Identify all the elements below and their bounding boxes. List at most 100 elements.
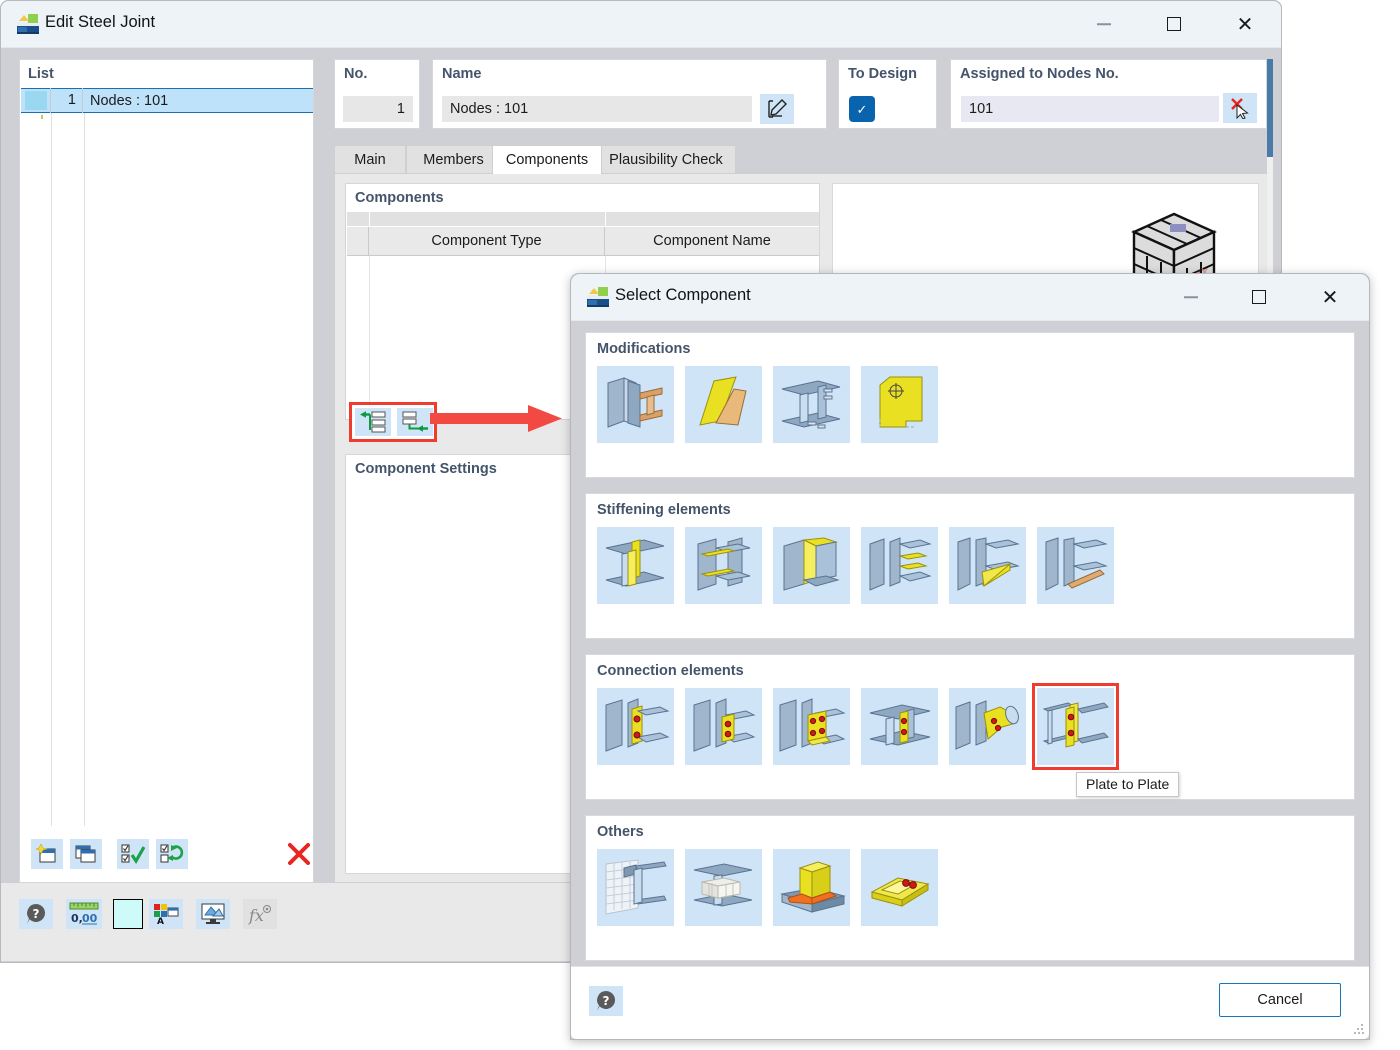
color-button[interactable]: [113, 899, 143, 929]
units-button[interactable]: 0, 00: [66, 899, 102, 929]
component-tile-plate-shape[interactable]: [861, 366, 938, 443]
select-close-button[interactable]: ✕: [1302, 274, 1358, 320]
copy-item-button[interactable]: [70, 839, 102, 869]
formula-button[interactable]: fx: [243, 899, 277, 929]
assigned-nodes-input[interactable]: 101: [961, 96, 1219, 122]
components-table-filter-row: [347, 212, 819, 227]
pick-node-cursor-icon[interactable]: [1223, 93, 1257, 123]
steel-joint-app-icon: [587, 287, 609, 307]
select-component-dialog: Select Component ✕ Modifications Stiffen…: [570, 273, 1370, 1040]
toggle-selection-button[interactable]: [156, 839, 188, 869]
close-button[interactable]: ✕: [1217, 1, 1273, 47]
tab-plausibility-check[interactable]: Plausibility Check: [596, 145, 736, 173]
color-swatch: [24, 91, 47, 110]
list-item[interactable]: 1 Nodes : 101: [21, 88, 313, 113]
new-item-button[interactable]: [31, 839, 63, 869]
tab-members[interactable]: Members: [406, 145, 501, 173]
check-all-button[interactable]: [117, 839, 149, 869]
select-maximize-button[interactable]: [1231, 274, 1287, 320]
list-toolbar: [21, 829, 313, 881]
delete-item-button[interactable]: [283, 839, 315, 869]
annotation-red-arrow: [430, 405, 562, 432]
display-properties-button[interactable]: A: [149, 899, 183, 929]
component-tile-haunch-yellow[interactable]: [949, 527, 1026, 604]
to-design-label: To Design: [848, 66, 918, 82]
svg-text:A: A: [157, 917, 164, 925]
component-tile-cut-member[interactable]: [597, 366, 674, 443]
component-tile-weld[interactable]: [773, 849, 850, 926]
select-component-titlebar: Select Component ✕: [571, 274, 1369, 321]
minimize-button[interactable]: [1076, 1, 1132, 47]
to-design-checkbox[interactable]: ✓: [849, 96, 875, 122]
section-others-tiles: [597, 849, 938, 926]
component-tile-flange-stiffener[interactable]: [685, 527, 762, 604]
scrollbar-thumb[interactable]: [1267, 59, 1273, 157]
main-titlebar: Edit Steel Joint ✕: [1, 1, 1281, 48]
list-grid: 1 Nodes : 101: [21, 88, 313, 826]
list-item-label: Nodes : 101: [90, 92, 169, 109]
select-component-footer: ? Cancel: [571, 966, 1369, 1039]
resize-grip[interactable]: [1354, 1024, 1364, 1034]
list-edit-marker: [41, 115, 43, 119]
component-tile-mesh-surface[interactable]: [597, 849, 674, 926]
component-tile-multiple-stiffeners[interactable]: [861, 527, 938, 604]
list-title: List: [28, 66, 54, 82]
column-header-component-name: Component Name: [653, 233, 771, 249]
no-label: No.: [344, 66, 368, 82]
list-column-divider-1: [51, 113, 52, 826]
cancel-button[interactable]: Cancel: [1219, 983, 1341, 1017]
tab-components[interactable]: Components: [492, 145, 602, 174]
tab-main[interactable]: Main: [334, 145, 406, 173]
component-tile-bolted-plate[interactable]: [773, 688, 850, 765]
component-tile-end-plate[interactable]: [597, 688, 674, 765]
components-panel-title: Components: [355, 190, 444, 206]
svg-text:fx: fx: [248, 906, 264, 925]
component-tooltip: Plate to Plate: [1076, 772, 1180, 797]
svg-text:00: 00: [82, 912, 98, 925]
section-stiffening-title: Stiffening elements: [597, 502, 731, 518]
component-tile-cap-plate[interactable]: [773, 527, 850, 604]
section-connection-elements: Connection elements: [585, 654, 1355, 800]
maximize-button[interactable]: [1146, 1, 1202, 47]
component-tile-solid-block[interactable]: [685, 849, 762, 926]
insert-component-button[interactable]: [397, 408, 433, 436]
component-tile-plate-to-plate[interactable]: [1032, 683, 1119, 770]
name-field-group: Name Nodes : 101: [432, 59, 827, 129]
no-field-group: No. 1: [334, 59, 420, 129]
section-others-title: Others: [597, 824, 644, 840]
add-component-button[interactable]: [355, 408, 391, 436]
section-connection-title: Connection elements: [597, 663, 744, 679]
component-tile-member-opening[interactable]: [773, 366, 850, 443]
component-tile-plate-cut[interactable]: [685, 366, 762, 443]
name-label: Name: [442, 66, 482, 82]
section-connection-tiles: [597, 683, 1119, 770]
section-stiffening-tiles: [597, 527, 1114, 604]
help-button[interactable]: ?: [589, 986, 623, 1016]
section-modifications-tiles: [597, 366, 938, 443]
rendering-button[interactable]: [196, 899, 230, 929]
tab-strip: Main Members Components Plausibility Che…: [334, 145, 1268, 174]
svg-text:?: ?: [603, 994, 610, 1008]
section-modifications-title: Modifications: [597, 341, 691, 357]
svg-text:?: ?: [33, 907, 40, 921]
column-header-index: [347, 227, 369, 255]
help-button[interactable]: ?: [19, 899, 53, 929]
main-window-title: Edit Steel Joint: [45, 13, 156, 31]
to-design-group: To Design ✓: [838, 59, 937, 129]
component-tile-web-stiffener[interactable]: [597, 527, 674, 604]
component-tile-bolt-assembly[interactable]: [861, 849, 938, 926]
component-tile-gusset-plate[interactable]: [861, 688, 938, 765]
select-minimize-button[interactable]: [1163, 274, 1219, 320]
list-panel: List 1 Nodes : 101: [19, 59, 314, 883]
section-others: Others: [585, 815, 1355, 961]
edit-pencil-icon[interactable]: [760, 94, 794, 124]
steel-joint-app-icon: [17, 14, 39, 34]
no-input[interactable]: 1: [343, 96, 413, 122]
component-tile-tube-connection[interactable]: [949, 688, 1026, 765]
component-tile-fin-plate[interactable]: [685, 688, 762, 765]
column-header-component-type: Component Type: [369, 227, 605, 255]
name-input[interactable]: Nodes : 101: [442, 96, 752, 122]
component-tile-haunch-brown[interactable]: [1037, 527, 1114, 604]
list-column-divider-2: [84, 113, 85, 826]
component-settings-title: Component Settings: [355, 461, 497, 477]
